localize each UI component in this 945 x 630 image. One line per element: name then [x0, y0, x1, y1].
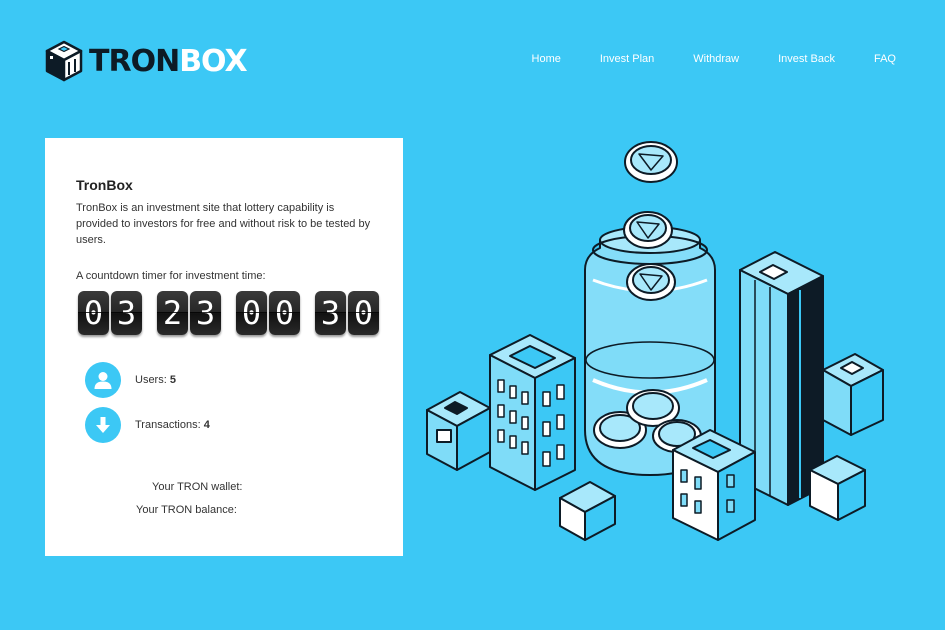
countdown-timer: 0 3 2 3 0 0 3 0 [78, 291, 381, 335]
building-center [672, 429, 756, 541]
building-front-small [559, 481, 616, 541]
logo[interactable]: TRONBOX [45, 40, 248, 82]
main-nav: Home Invest Plan Withdraw Invest Back FA… [493, 53, 896, 65]
countdown-digit: 3 [111, 291, 142, 335]
countdown-digit: 0 [269, 291, 300, 335]
logo-text-tron: TRON [89, 43, 180, 79]
building-left-small [426, 391, 491, 471]
countdown-days: 0 3 [78, 291, 144, 335]
countdown-seconds: 3 0 [315, 291, 381, 335]
countdown-digit: 0 [348, 291, 379, 335]
countdown-digit: 2 [157, 291, 188, 335]
transactions-value: 4 [203, 419, 210, 431]
countdown-digit: 0 [78, 291, 109, 335]
card-description: TronBox is an investment site that lotte… [76, 202, 371, 246]
nav-invest-plan[interactable]: Invest Plan [600, 53, 654, 65]
countdown-digit: 3 [315, 291, 346, 335]
nav-faq[interactable]: FAQ [874, 53, 896, 65]
transactions-stat: Transactions: 4 [85, 407, 210, 443]
users-value: 5 [169, 374, 176, 386]
countdown-digit: 0 [236, 291, 267, 335]
card-title: TronBox [76, 177, 133, 193]
building-mid-left [489, 334, 576, 491]
wallet-label: Your TRON wallet: [152, 481, 243, 493]
building-right [822, 353, 884, 436]
countdown-minutes: 0 0 [236, 291, 302, 335]
logo-text-box: BOX [179, 43, 247, 79]
users-stat: Users: 5 [85, 362, 176, 398]
nav-home[interactable]: Home [532, 53, 561, 65]
users-count: Users: 5 [135, 374, 176, 386]
logo-text: TRONBOX [89, 43, 248, 79]
countdown-hours: 2 3 [157, 291, 223, 335]
countdown-digit: 3 [190, 291, 221, 335]
building-right-small [809, 455, 866, 521]
box-logo-icon [45, 40, 83, 82]
transactions-label: Transactions: [135, 419, 201, 431]
countdown-label: A countdown timer for investment time: [76, 270, 266, 282]
city-jar-illustration [426, 141, 884, 541]
nav-invest-back[interactable]: Invest Back [778, 53, 835, 65]
balance-label: Your TRON balance: [136, 504, 237, 516]
nav-withdraw[interactable]: Withdraw [693, 53, 739, 65]
info-card: TronBox TronBox is an investment site th… [45, 138, 403, 556]
users-label: Users: [135, 374, 167, 386]
transactions-count: Transactions: 4 [135, 419, 210, 431]
user-icon [85, 362, 121, 398]
arrow-down-icon [85, 407, 121, 443]
